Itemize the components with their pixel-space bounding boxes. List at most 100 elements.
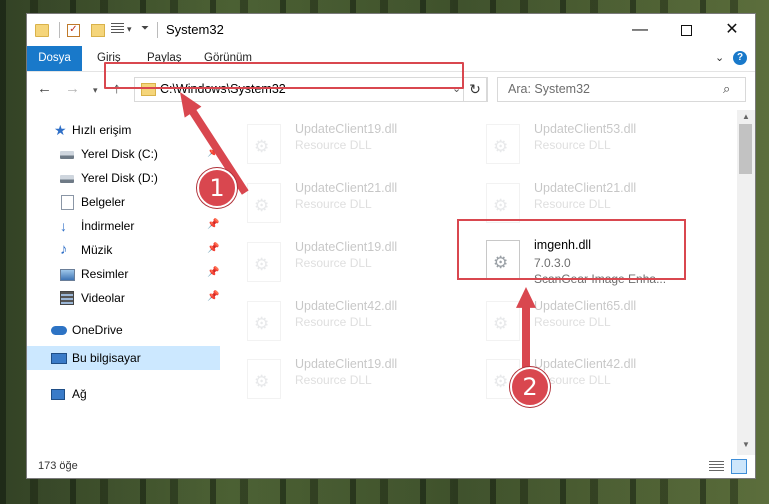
pin-icon[interactable]: 📌: [207, 267, 219, 278]
sidebar-item-label: Hızlı erişim: [72, 123, 132, 137]
properties-check-icon[interactable]: ✓: [67, 24, 80, 37]
sidebar-item-disk-d[interactable]: Yerel Disk (D:): [27, 166, 220, 190]
search-box[interactable]: Ara: System32 ⌕: [497, 77, 746, 102]
file-item[interactable]: ⚙ UpdateClient21.dll Resource DLL: [247, 179, 467, 227]
sidebar-item-label: Bu bilgisayar: [72, 351, 141, 365]
cloud-icon: [51, 326, 67, 335]
title-bar: ✓ ▾ ⏷ System32 — ✕: [27, 14, 755, 46]
network-icon: [51, 389, 65, 400]
file-name: UpdateClient21.dll: [534, 181, 637, 195]
customize-toolbar-icon[interactable]: ⏷: [141, 23, 149, 34]
callout-badge-one: 1: [197, 168, 237, 208]
file-highlight: [457, 219, 686, 280]
scroll-down-icon[interactable]: ▼: [742, 440, 750, 449]
sidebar-item-documents[interactable]: Belgeler: [27, 190, 220, 214]
dll-file-icon: ⚙: [486, 183, 520, 223]
gear-icon: ⚙: [254, 196, 270, 215]
file-description: Resource DLL: [295, 256, 372, 270]
dll-file-icon: ⚙: [486, 301, 520, 341]
gear-icon: ⚙: [254, 137, 270, 156]
address-bar-highlight: [104, 62, 464, 89]
divider: [157, 22, 158, 38]
dll-file-icon: ⚙: [247, 124, 281, 164]
search-input[interactable]: Ara: System32: [508, 82, 590, 96]
sidebar-item-label: Ağ: [72, 387, 87, 401]
file-item[interactable]: ⚙ UpdateClient19.dll Resource DLL: [247, 238, 467, 286]
help-icon[interactable]: ?: [733, 51, 747, 65]
status-bar: 173 öğe: [27, 455, 755, 478]
gear-icon: ⚙: [493, 314, 509, 333]
star-icon: ★: [54, 122, 67, 138]
document-icon: [61, 195, 74, 210]
forward-button[interactable]: →: [65, 80, 80, 97]
file-item[interactable]: ⚙ UpdateClient19.dll Resource DLL: [247, 120, 467, 168]
navigation-pane: ★ Hızlı erişim Yerel Disk (C:) 📌 Yerel D…: [27, 110, 220, 452]
dll-file-icon: ⚙: [247, 242, 281, 282]
file-description: Resource DLL: [295, 315, 372, 329]
file-item[interactable]: ⚙ UpdateClient53.dll Resource DLL: [486, 120, 706, 168]
file-name: UpdateClient19.dll: [295, 240, 398, 254]
back-button[interactable]: ←: [37, 80, 52, 97]
sidebar-item-disk-c[interactable]: Yerel Disk (C:) 📌: [27, 142, 220, 166]
folder-icon: [35, 24, 49, 37]
pictures-icon: [60, 269, 75, 281]
gear-icon: ⚙: [254, 255, 270, 274]
music-icon: ♪: [60, 241, 68, 258]
maximize-icon: [680, 25, 692, 36]
dll-file-icon: ⚙: [486, 124, 520, 164]
file-item[interactable]: ⚙ UpdateClient19.dll Resource DLL: [247, 355, 467, 403]
dll-file-icon: ⚙: [247, 301, 281, 341]
gear-icon: ⚙: [254, 314, 270, 333]
minimize-button[interactable]: —: [617, 14, 663, 46]
large-icons-view-icon[interactable]: [731, 459, 747, 474]
file-description: Resource DLL: [295, 138, 372, 152]
properties-icon[interactable]: [111, 23, 124, 35]
chevron-down-icon[interactable]: ▾: [127, 24, 132, 35]
computer-icon: [51, 353, 67, 364]
gear-icon: ⚙: [493, 137, 509, 156]
sidebar-item-label: OneDrive: [72, 323, 123, 337]
close-button[interactable]: ✕: [709, 14, 755, 46]
vertical-scrollbar[interactable]: ▲ ▼: [737, 110, 755, 455]
refresh-button[interactable]: ↻: [463, 77, 487, 102]
divider: [59, 22, 60, 38]
file-description: Resource DLL: [534, 315, 611, 329]
file-name: UpdateClient19.dll: [295, 357, 398, 371]
scrollbar-thumb[interactable]: [739, 124, 752, 174]
sidebar-item-onedrive[interactable]: OneDrive: [27, 318, 220, 342]
pin-icon[interactable]: 📌: [207, 219, 219, 230]
ribbon-expand-icon[interactable]: ⌄: [715, 51, 724, 64]
file-name: UpdateClient42.dll: [295, 299, 398, 313]
file-name: UpdateClient65.dll: [534, 299, 637, 313]
dll-file-icon: ⚙: [247, 359, 281, 399]
sidebar-item-quick-access[interactable]: ★ Hızlı erişim: [27, 118, 220, 142]
file-name: UpdateClient19.dll: [295, 122, 398, 136]
new-folder-icon[interactable]: [91, 24, 105, 37]
disk-icon: [60, 151, 74, 159]
details-view-icon[interactable]: [709, 461, 724, 472]
sidebar-item-downloads[interactable]: ↓ İndirmeler 📌: [27, 214, 220, 238]
sidebar-item-pictures[interactable]: Resimler 📌: [27, 262, 220, 286]
item-count: 173 öğe: [38, 460, 78, 472]
scroll-up-icon[interactable]: ▲: [742, 112, 750, 121]
download-icon: ↓: [60, 218, 67, 234]
callout-badge-two: 2: [510, 367, 550, 407]
pin-icon[interactable]: 📌: [207, 243, 219, 254]
file-item[interactable]: ⚙ UpdateClient42.dll Resource DLL: [247, 297, 467, 345]
dll-file-icon: ⚙: [247, 183, 281, 223]
file-name: UpdateClient21.dll: [295, 181, 398, 195]
sidebar-item-videos[interactable]: Videolar 📌: [27, 286, 220, 310]
file-name: UpdateClient42.dll: [534, 357, 637, 371]
pin-icon[interactable]: 📌: [207, 291, 219, 302]
sidebar-item-label: Belgeler: [81, 195, 126, 209]
recent-locations-icon[interactable]: ▾: [93, 85, 98, 96]
sidebar-item-network[interactable]: Ağ: [27, 382, 220, 406]
sidebar-item-music[interactable]: ♪ Müzik 📌: [27, 238, 220, 262]
maximize-button[interactable]: [663, 14, 709, 46]
window-title: System32: [166, 22, 224, 37]
sidebar-item-this-pc[interactable]: Bu bilgisayar: [27, 346, 220, 370]
search-icon[interactable]: ⌕: [723, 81, 730, 97]
gear-icon: ⚙: [493, 196, 509, 215]
sidebar-item-label: İndirmeler: [81, 219, 135, 233]
tab-dosya[interactable]: Dosya: [27, 46, 82, 71]
